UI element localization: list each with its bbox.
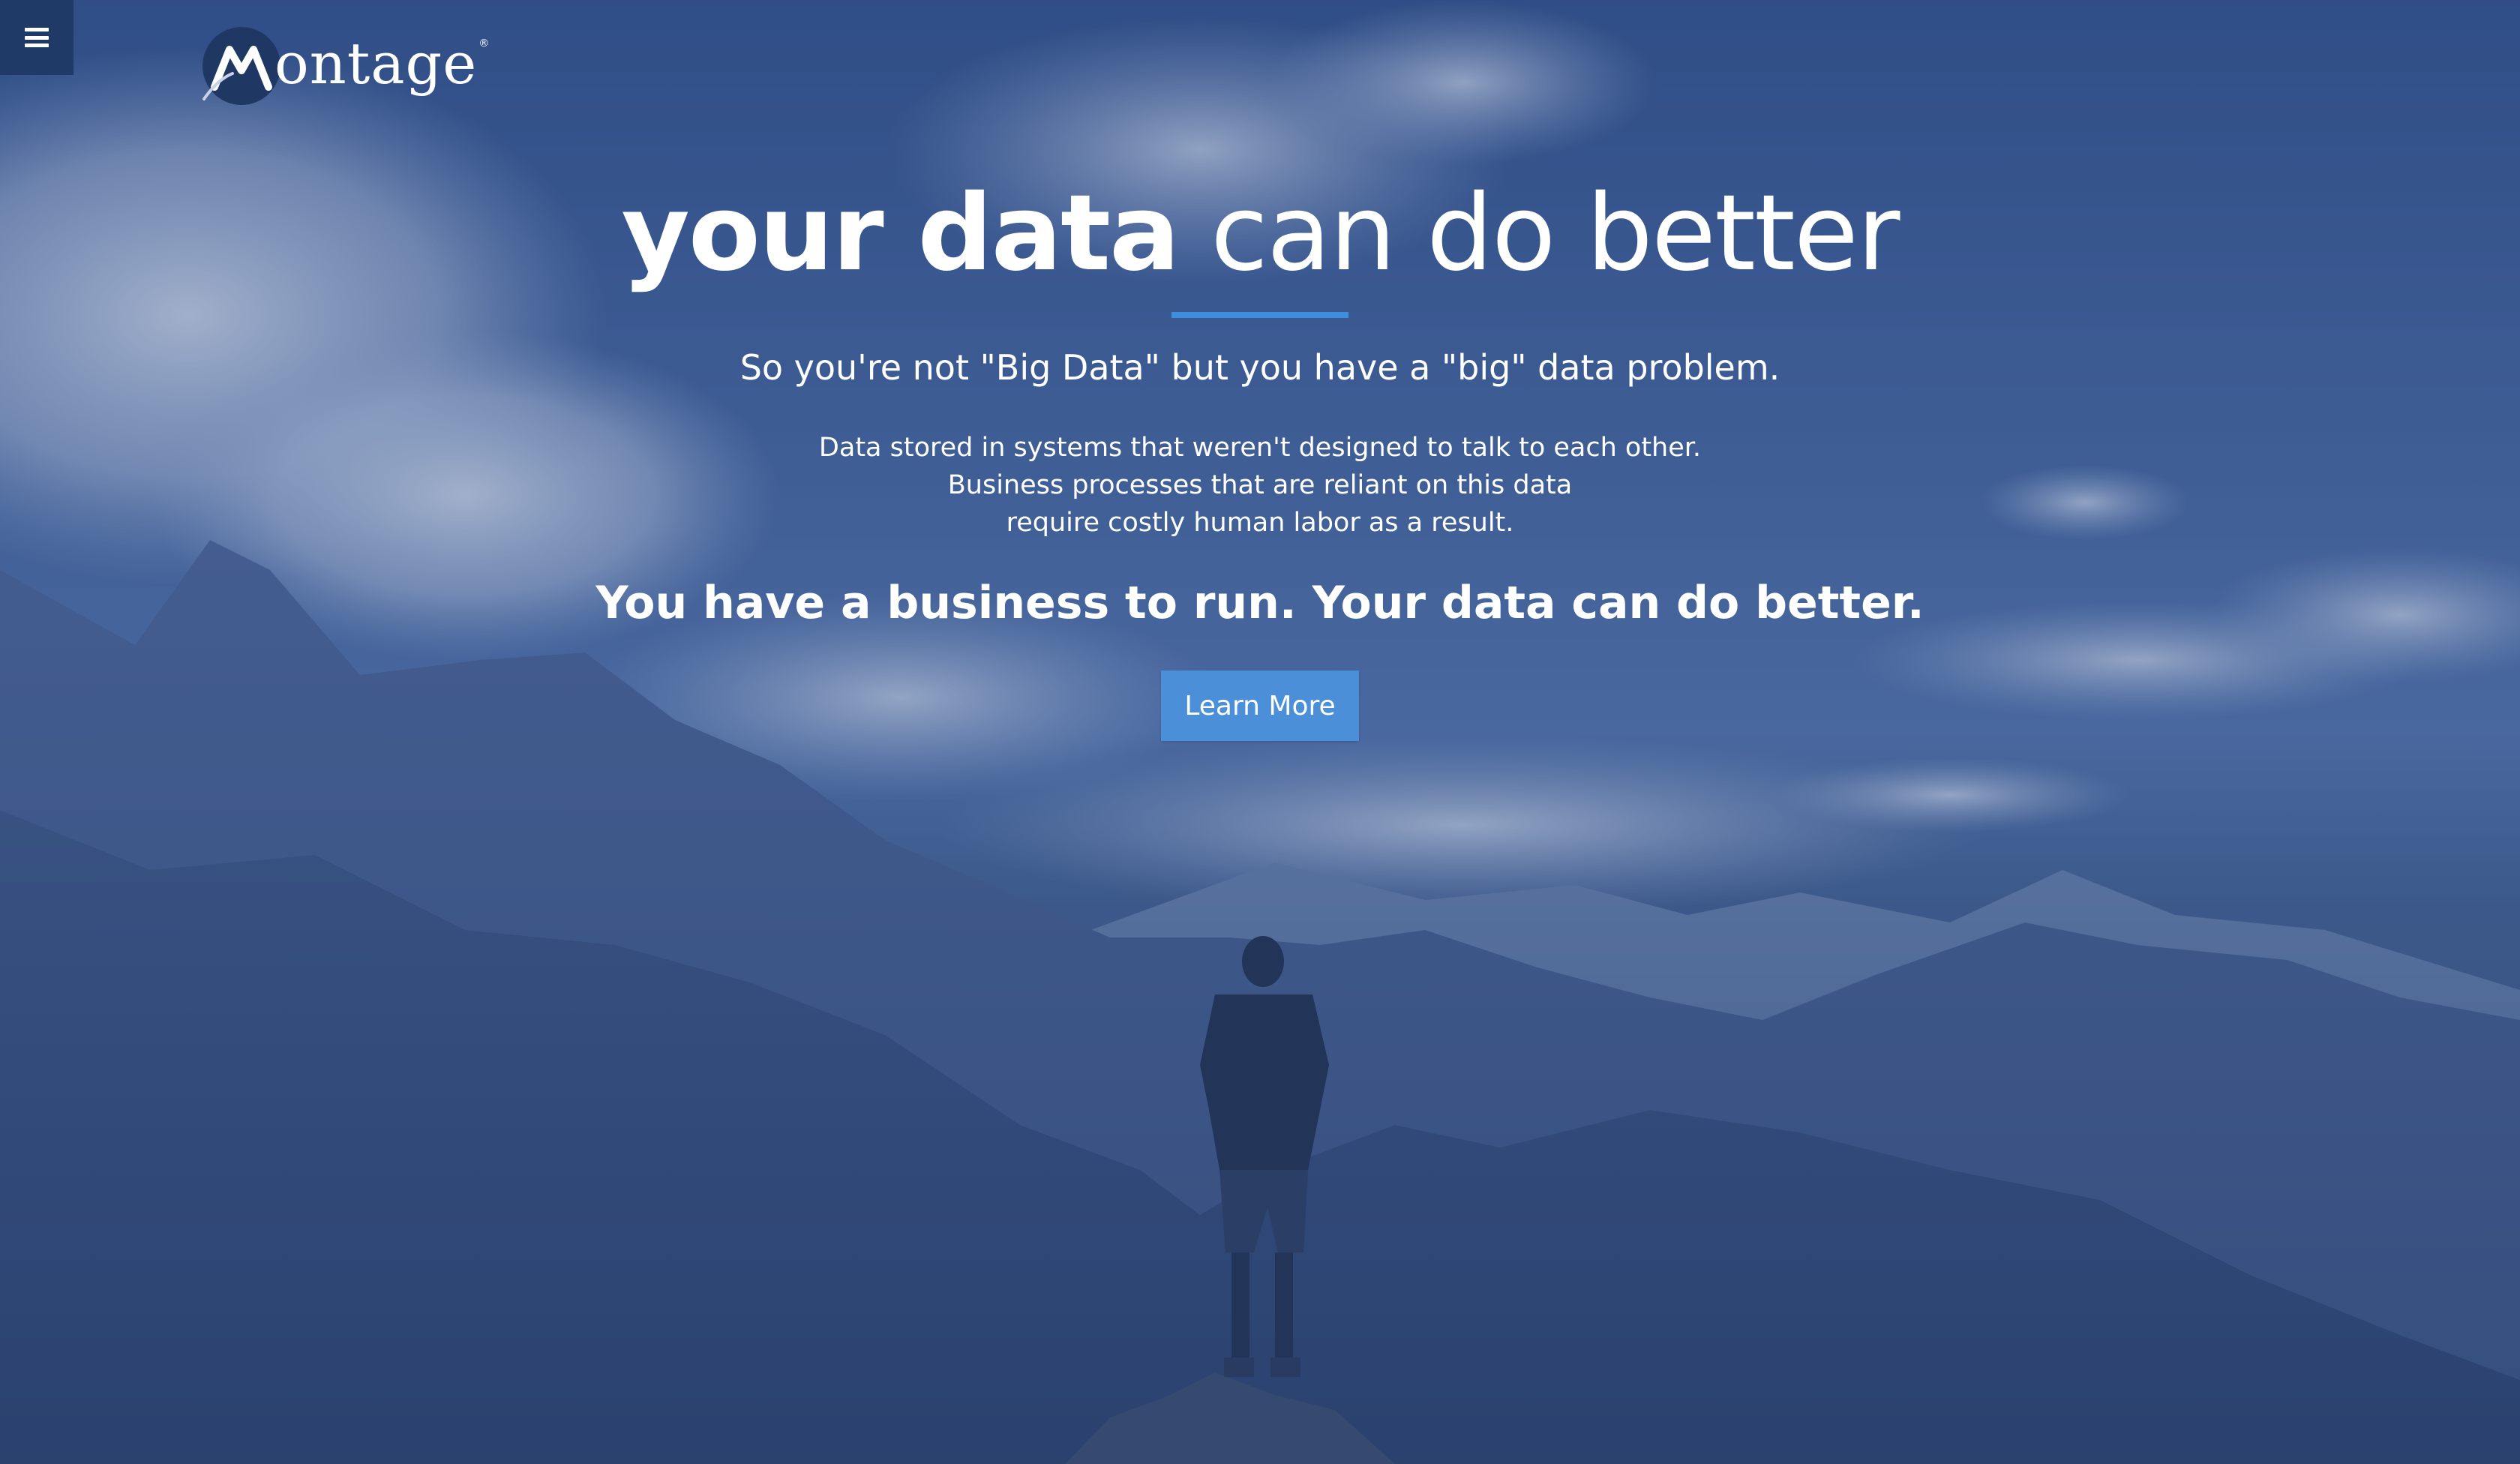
- hero-body-text: Data stored in systems that weren't desi…: [0, 429, 2520, 542]
- headline-divider: [1172, 312, 1348, 318]
- montage-logo[interactable]: ontage ®: [202, 27, 489, 105]
- logo-registered-mark: ®: [478, 38, 490, 50]
- subheadline: So you're not "Big Data" but you have a …: [740, 347, 1780, 388]
- menu-button[interactable]: [0, 0, 74, 75]
- body-line-3: require costly human labor as a result.: [1006, 508, 1514, 538]
- logo-m-icon: [202, 46, 272, 100]
- logo-wordmark: ontage: [274, 29, 478, 97]
- logo-mountain-m-icon: [202, 27, 280, 105]
- body-line-2: Business processes that are reliant on t…: [947, 470, 1573, 500]
- headline-bold-part: your data: [621, 172, 1180, 295]
- learn-more-button[interactable]: Learn More: [1161, 670, 1359, 741]
- page-headline: your data can do better: [0, 174, 2520, 294]
- body-line-1: Data stored in systems that weren't desi…: [818, 433, 1702, 463]
- headline-light-part: can do better: [1210, 172, 1900, 295]
- tagline: You have a business to run. Your data ca…: [596, 577, 1924, 629]
- hamburger-menu-icon: [25, 28, 49, 47]
